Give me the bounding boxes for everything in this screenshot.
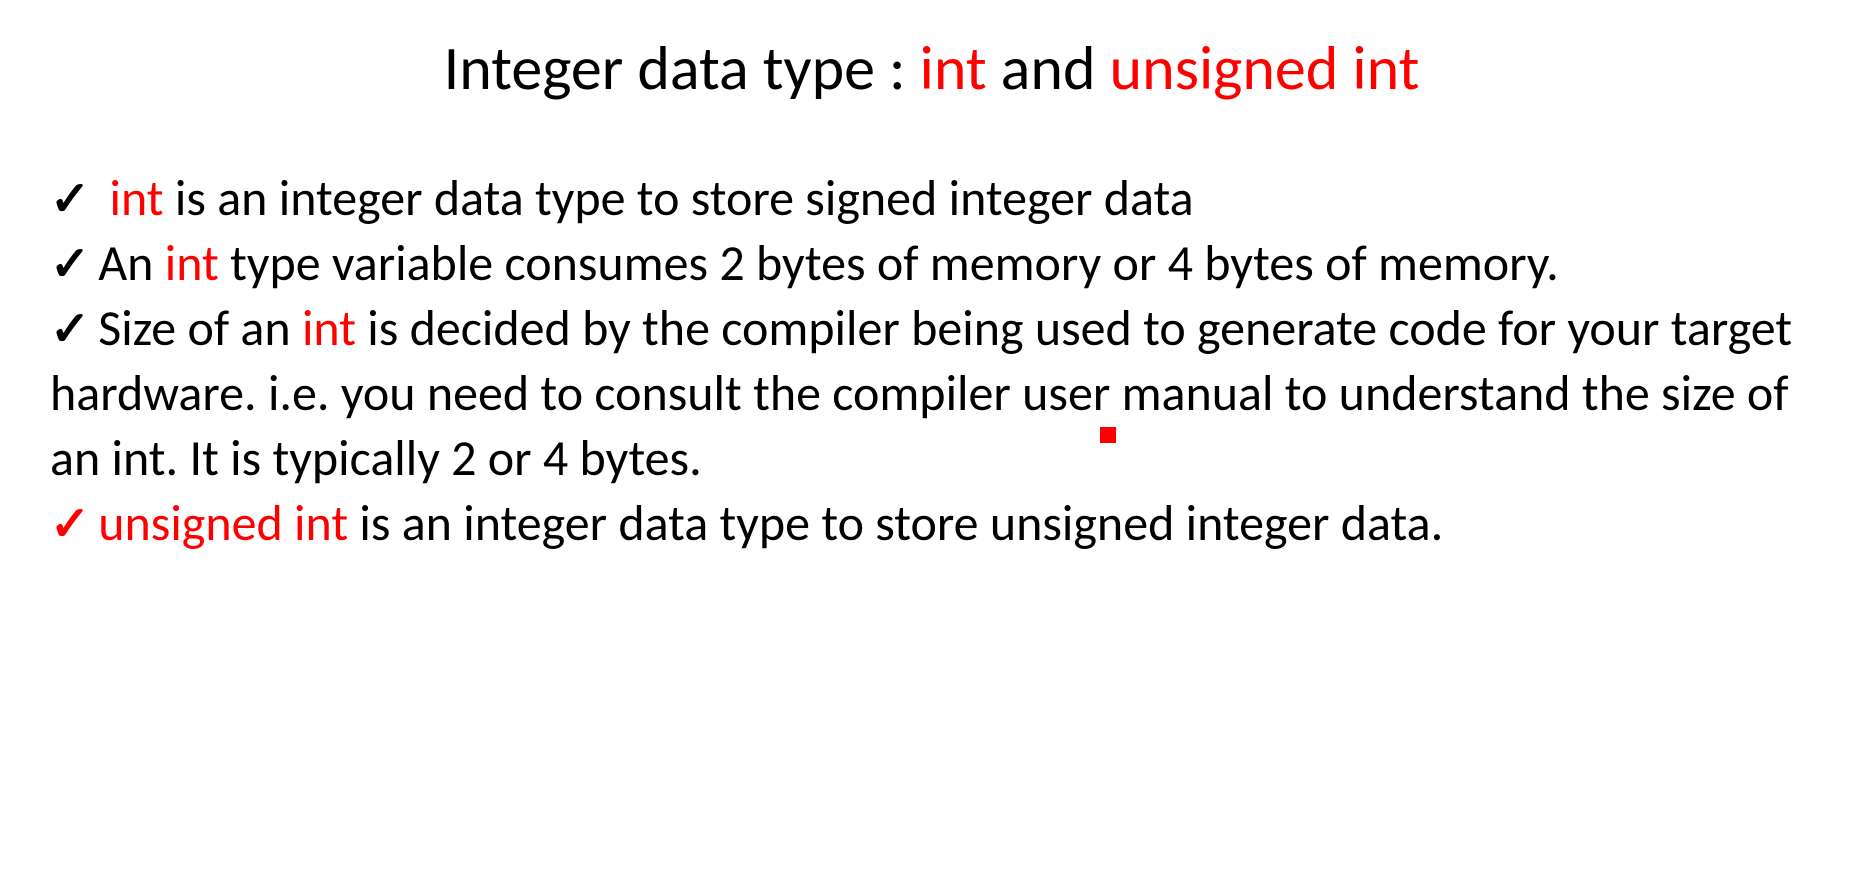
bullet-item-0: ✓ int is an integer data type to store s… bbox=[50, 166, 1813, 231]
bullet-text-segment: Size of an bbox=[98, 298, 302, 359]
title-part1: Integer data type : bbox=[444, 30, 920, 106]
title-part3: and bbox=[987, 30, 1110, 106]
checkmark-icon: ✓ bbox=[50, 298, 90, 360]
bullet-item-2: ✓Size of an int is decided by the compil… bbox=[50, 296, 1813, 491]
bullet-text-segment: int bbox=[165, 233, 219, 294]
bullet-text-segment: unsigned int bbox=[98, 493, 348, 554]
title-part4: unsigned int bbox=[1110, 30, 1420, 106]
bullet-item-3: ✓unsigned int is an integer data type to… bbox=[50, 491, 1813, 556]
checkmark-icon: ✓ bbox=[50, 493, 90, 555]
checkmark-icon: ✓ bbox=[50, 168, 90, 230]
bullet-text-segment: int bbox=[98, 168, 163, 229]
bullet-item-1: ✓An int type variable consumes 2 bytes o… bbox=[50, 231, 1813, 296]
slide-title: Integer data type : int and unsigned int bbox=[50, 30, 1813, 106]
bullet-text-segment: is an integer data type to store unsigne… bbox=[348, 493, 1443, 554]
bullet-text-segment: type variable consumes 2 bytes of memory… bbox=[219, 233, 1559, 294]
bullet-text-segment: int bbox=[302, 298, 356, 359]
bullet-text-segment: An bbox=[98, 233, 165, 294]
checkmark-icon: ✓ bbox=[50, 233, 90, 295]
title-part2: int bbox=[920, 30, 987, 106]
bullet-text-segment: is an integer data type to store signed … bbox=[164, 168, 1194, 229]
laser-pointer-dot bbox=[1100, 427, 1116, 443]
slide-content: ✓ int is an integer data type to store s… bbox=[50, 166, 1813, 556]
